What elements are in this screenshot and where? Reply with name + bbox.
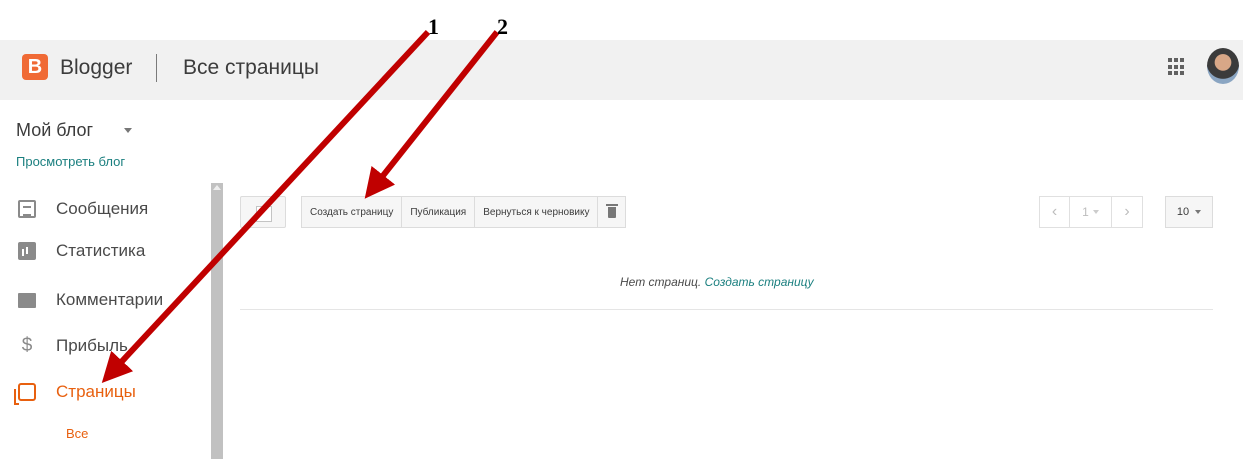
blogger-logo-icon[interactable]: B xyxy=(22,54,48,80)
chevron-down-icon[interactable] xyxy=(124,128,132,133)
page-title: Все страницы xyxy=(183,56,319,79)
page-select[interactable]: 1 xyxy=(1070,196,1112,228)
empty-state-message: Нет страниц. Создать страницу xyxy=(620,275,814,289)
prev-page-button[interactable]: ‹ xyxy=(1039,196,1070,228)
avatar[interactable] xyxy=(1207,48,1239,84)
sidebar-item-earnings[interactable]: $ Прибыль xyxy=(18,333,128,359)
select-all-checkbox[interactable] xyxy=(240,196,286,228)
per-page-value: 10 xyxy=(1176,206,1190,218)
sidebar-item-stats[interactable]: Статистика xyxy=(18,238,145,264)
revert-to-draft-button[interactable]: Вернуться к черновику xyxy=(475,196,599,228)
chevron-down-icon xyxy=(1195,210,1202,214)
sidebar-item-posts[interactable]: Сообщения xyxy=(18,196,148,222)
stats-icon xyxy=(18,242,36,260)
apps-grid-icon[interactable] xyxy=(1168,58,1186,76)
comments-icon xyxy=(18,292,36,308)
action-toolbar: Создать страницу Публикация Вернуться к … xyxy=(301,196,627,228)
pages-icon xyxy=(14,383,36,405)
create-page-link[interactable]: Создать страницу xyxy=(705,275,814,289)
next-page-button[interactable]: › xyxy=(1112,196,1143,228)
sidebar-scrollbar[interactable] xyxy=(211,183,223,459)
dollar-icon: $ xyxy=(21,335,33,356)
chevron-down-icon xyxy=(1092,210,1099,214)
sidebar-item-label: Комментарии xyxy=(56,290,164,309)
trash-icon xyxy=(605,203,618,218)
sidebar-item-comments[interactable]: Комментарии xyxy=(18,287,163,313)
divider xyxy=(240,309,1213,310)
page-number: 1 xyxy=(1082,205,1089,219)
top-bar: B Blogger Все страницы xyxy=(0,40,1243,100)
empty-state-text: Нет страниц. xyxy=(620,275,702,289)
header-separator xyxy=(156,54,157,82)
delete-button[interactable] xyxy=(598,196,627,228)
create-page-button[interactable]: Создать страницу xyxy=(301,196,403,228)
scroll-up-icon[interactable] xyxy=(213,185,221,190)
posts-icon xyxy=(18,200,36,218)
annotation-marker-2: 2 xyxy=(497,14,508,39)
per-page-select[interactable]: 10 xyxy=(1165,196,1213,228)
sidebar-item-label: Сообщения xyxy=(56,199,149,218)
annotation-marker-1: 1 xyxy=(428,14,439,39)
sidebar-item-label: Статистика xyxy=(56,241,146,260)
view-blog-link[interactable]: Просмотреть блог xyxy=(16,154,125,169)
sidebar-subitem-all[interactable]: Все xyxy=(66,426,88,441)
blog-selector[interactable]: Мой блог xyxy=(16,120,93,141)
app-name[interactable]: Blogger xyxy=(60,56,132,80)
sidebar-item-label: Прибыль xyxy=(56,336,128,355)
pagination: ‹ 1 › xyxy=(1039,196,1143,228)
publish-button[interactable]: Публикация xyxy=(402,196,476,228)
sidebar-item-label: Страницы xyxy=(56,382,136,401)
sidebar-item-pages[interactable]: Страницы xyxy=(14,379,136,405)
